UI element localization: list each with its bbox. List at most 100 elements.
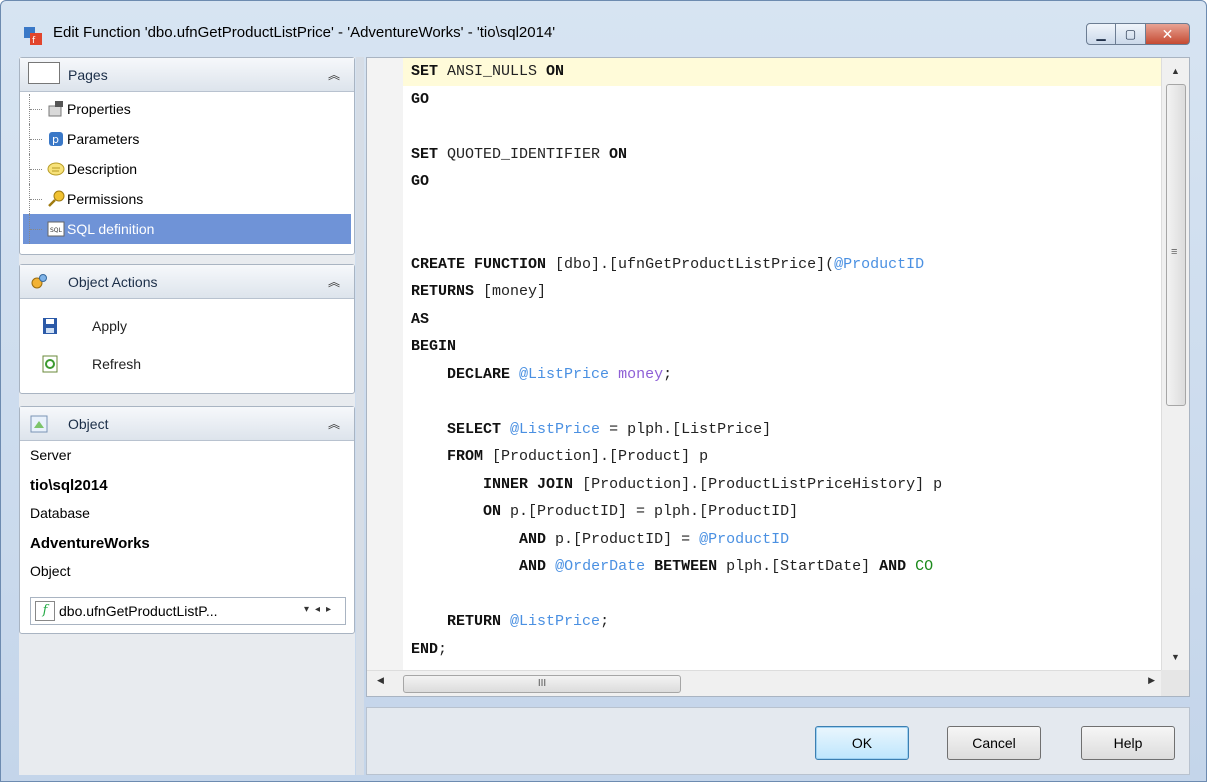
select-arrows-icon[interactable]: ▾◂▸: [304, 604, 337, 615]
scroll-corner: [1161, 670, 1189, 696]
edit-function-window: f Edit Function 'dbo.ufnGetProductListPr…: [0, 0, 1207, 782]
maximize-button[interactable]: ▢: [1116, 23, 1146, 45]
tree-line: [29, 184, 45, 214]
code-line[interactable]: END;: [403, 636, 1163, 664]
close-button[interactable]: ✕: [1146, 23, 1190, 45]
object-header[interactable]: Object ︽: [20, 407, 354, 441]
code-line[interactable]: GO: [403, 168, 1163, 196]
parameters-icon: p: [49, 132, 63, 146]
collapse-chevron-icon[interactable]: ︽: [328, 66, 340, 83]
horizontal-scroll-thumb[interactable]: III: [403, 675, 681, 693]
code-line[interactable]: AS: [403, 306, 1163, 334]
left-panel: Pages ︽ Properties p Parameters Descript…: [19, 57, 355, 775]
object-group: Object ︽ Server tio\sql2014 Database Adv…: [19, 406, 355, 634]
refresh-icon: [42, 355, 58, 373]
database-value: AdventureWorks: [30, 535, 150, 552]
object-actions-label: Object Actions: [68, 274, 158, 290]
code-line[interactable]: SELECT @ListPrice = plph.[ListPrice]: [403, 416, 1163, 444]
gears-icon: [31, 274, 47, 289]
key-icon: [48, 190, 65, 207]
pages-icon: [28, 62, 60, 84]
page-item-sql-definition[interactable]: SQL SQL definition: [23, 214, 351, 244]
scroll-down-icon[interactable]: ▼: [1162, 646, 1189, 668]
page-item-parameters[interactable]: p Parameters: [23, 124, 351, 154]
code-line[interactable]: SET QUOTED_IDENTIFIER ON: [403, 141, 1163, 169]
code-line[interactable]: BEGIN: [403, 333, 1163, 361]
window-title: Edit Function 'dbo.ufnGetProductListPric…: [53, 24, 556, 41]
panel-splitter[interactable]: [356, 57, 364, 775]
object-actions-header[interactable]: Object Actions ︽: [20, 265, 354, 299]
svg-text:SQL: SQL: [50, 227, 63, 234]
tree-line: [29, 214, 45, 244]
refresh-button[interactable]: Refresh: [20, 347, 354, 383]
dialog-footer: OK Cancel Help: [366, 707, 1190, 775]
code-line[interactable]: DECLARE @ListPrice money;: [403, 361, 1163, 389]
collapse-chevron-icon[interactable]: ︽: [328, 415, 340, 432]
window-controls: ▁ ▢ ✕: [1086, 23, 1190, 45]
apply-label: Apply: [92, 318, 128, 334]
apply-button[interactable]: Apply: [20, 309, 354, 345]
pages-list: Properties p Parameters Description Perm…: [23, 94, 351, 244]
server-value: tio\sql2014: [30, 477, 108, 494]
pages-group: Pages ︽ Properties p Parameters Descript…: [19, 57, 355, 255]
editor-gutter: [367, 58, 403, 670]
code-line[interactable]: RETURNS [money]: [403, 278, 1163, 306]
ok-button[interactable]: OK: [815, 726, 909, 760]
code-line[interactable]: RETURN @ListPrice;: [403, 608, 1163, 636]
page-item-label: SQL definition: [67, 221, 155, 237]
code-line[interactable]: GO: [403, 86, 1163, 114]
code-line[interactable]: [403, 113, 1163, 141]
save-icon: [43, 318, 57, 334]
function-icon: f: [35, 601, 55, 621]
pages-group-header[interactable]: Pages ︽: [20, 58, 354, 92]
object-select-value: dbo.ufnGetProductListP...: [59, 603, 218, 619]
page-item-properties[interactable]: Properties: [23, 94, 351, 124]
page-item-label: Properties: [67, 101, 131, 117]
object-select[interactable]: f dbo.ufnGetProductListP... ▾◂▸: [30, 597, 346, 625]
sql-icon: SQL: [47, 221, 65, 237]
vertical-scrollbar[interactable]: ▲ ≡ ▼: [1161, 58, 1189, 670]
object-actions-group: Object Actions ︽ Apply Refresh: [19, 264, 355, 394]
collapse-chevron-icon[interactable]: ︽: [328, 273, 340, 290]
minimize-button[interactable]: ▁: [1086, 23, 1116, 45]
tree-line: [29, 124, 45, 154]
code-line[interactable]: [403, 581, 1163, 609]
properties-icon: [48, 101, 63, 117]
page-item-label: Parameters: [67, 131, 140, 147]
database-label: Database: [30, 505, 90, 521]
tree-line: [29, 94, 45, 124]
code-line[interactable]: [403, 388, 1163, 416]
page-item-permissions[interactable]: Permissions: [23, 184, 351, 214]
code-line[interactable]: ON p.[ProductID] = plph.[ProductID]: [403, 498, 1163, 526]
scroll-up-icon[interactable]: ▲: [1162, 60, 1189, 82]
object-header-label: Object: [68, 416, 109, 432]
code-line[interactable]: [403, 196, 1163, 224]
description-icon: [47, 162, 65, 176]
code-line[interactable]: [403, 223, 1163, 251]
refresh-label: Refresh: [92, 356, 142, 372]
code-line[interactable]: FROM [Production].[Product] p: [403, 443, 1163, 471]
vertical-scroll-thumb[interactable]: [1166, 84, 1186, 406]
code-line[interactable]: SET ANSI_NULLS ON: [403, 58, 1163, 86]
page-item-label: Description: [67, 161, 138, 177]
code-line[interactable]: GO: [403, 663, 1163, 670]
page-item-description[interactable]: Description: [23, 154, 351, 184]
server-label: Server: [30, 447, 72, 463]
cancel-button[interactable]: Cancel: [947, 726, 1041, 760]
sql-editor[interactable]: SET ANSI_NULLS ON GO SET QUOTED_IDENTIFIER…: [366, 57, 1190, 697]
object-label: Object: [30, 563, 71, 579]
code-area[interactable]: SET ANSI_NULLS ON GO SET QUOTED_IDENTIFIER…: [403, 58, 1163, 670]
page-item-label: Permissions: [67, 191, 144, 207]
title-bar[interactable]: f Edit Function 'dbo.ufnGetProductListPr…: [1, 1, 1206, 53]
code-line[interactable]: AND @OrderDate BETWEEN plph.[StartDate] …: [403, 553, 1163, 581]
scroll-grip-icon: ≡: [1171, 246, 1178, 258]
help-button[interactable]: Help: [1081, 726, 1175, 760]
object-icon: [30, 415, 48, 433]
scroll-right-icon[interactable]: ▶: [1148, 675, 1155, 686]
code-line[interactable]: INNER JOIN [Production].[ProductListPric…: [403, 471, 1163, 499]
horizontal-scrollbar[interactable]: ◀ III ▶: [367, 670, 1163, 696]
code-line[interactable]: AND p.[ProductID] = @ProductID: [403, 526, 1163, 554]
function-editor-icon: f: [24, 27, 42, 46]
scroll-left-icon[interactable]: ◀: [377, 675, 384, 686]
code-line[interactable]: CREATE FUNCTION [dbo].[ufnGetProductList…: [403, 251, 1163, 279]
